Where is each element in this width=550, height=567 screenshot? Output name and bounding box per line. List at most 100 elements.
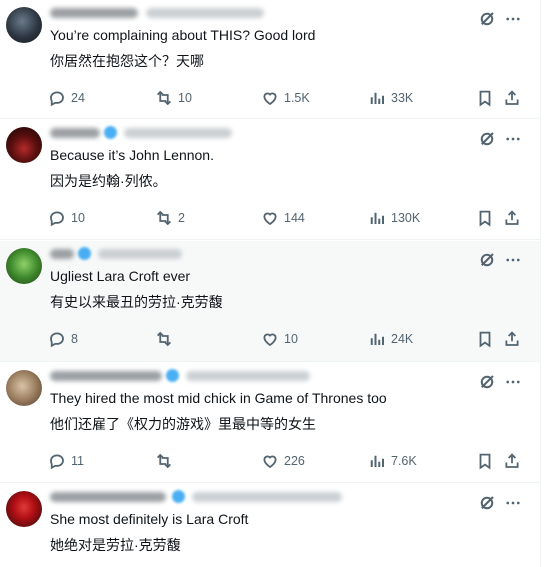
author-handle[interactable]	[124, 128, 232, 138]
share-button[interactable]	[503, 451, 521, 471]
grok-icon[interactable]	[478, 130, 496, 148]
reply-item[interactable]: You’re complaining about THIS? Good lord…	[0, 0, 540, 119]
like-icon	[261, 330, 279, 348]
retweet-icon	[155, 330, 173, 348]
bookmark-button[interactable]	[476, 451, 494, 471]
share-icon	[503, 89, 521, 107]
reply-count: 8	[71, 332, 78, 346]
repost-button[interactable]	[155, 329, 178, 349]
reply-item[interactable]: She most definitely is Lara Croft 她绝对是劳拉…	[0, 484, 540, 567]
more-icon[interactable]	[504, 10, 522, 28]
reply-translation: 有史以来最丑的劳拉·克劳馥	[50, 294, 223, 310]
views-button[interactable]: 24K	[368, 329, 413, 349]
grok-icon[interactable]	[478, 373, 496, 391]
more-icon[interactable]	[504, 251, 522, 269]
like-count: 10	[284, 332, 298, 346]
views-icon	[368, 330, 386, 348]
reply-text: Ugliest Lara Croft ever	[50, 268, 191, 284]
views-icon	[368, 89, 386, 107]
like-count: 1.5K	[284, 91, 310, 105]
views-icon	[368, 452, 386, 470]
repost-button[interactable]	[155, 451, 178, 471]
reply-translation: 他们还雇了《权力的游戏》里最中等的女生	[50, 416, 316, 432]
views-button[interactable]: 33K	[368, 88, 413, 108]
like-button[interactable]: 1.5K	[261, 88, 310, 108]
author-name[interactable]	[50, 371, 162, 381]
action-bar: 8 10 24K	[48, 329, 528, 349]
avatar[interactable]	[6, 7, 42, 43]
author-name[interactable]	[50, 8, 138, 18]
like-button[interactable]: 226	[261, 451, 305, 471]
avatar[interactable]	[6, 370, 42, 406]
like-button[interactable]: 10	[261, 329, 298, 349]
reply-button[interactable]: 24	[48, 88, 85, 108]
grok-icon[interactable]	[478, 494, 496, 512]
author-handle[interactable]	[186, 371, 310, 381]
bookmark-button[interactable]	[476, 88, 494, 108]
bookmark-button[interactable]	[476, 329, 494, 349]
retweet-icon	[155, 89, 173, 107]
grok-icon[interactable]	[478, 251, 496, 269]
share-button[interactable]	[503, 208, 521, 228]
share-button[interactable]	[503, 329, 521, 349]
views-icon	[368, 209, 386, 227]
action-bar: 10 2 144 130K	[48, 208, 528, 228]
avatar[interactable]	[6, 248, 42, 284]
more-icon[interactable]	[504, 373, 522, 391]
avatar[interactable]	[6, 127, 42, 163]
like-icon	[261, 89, 279, 107]
share-button[interactable]	[503, 88, 521, 108]
reply-item[interactable]: Ugliest Lara Croft ever 有史以来最丑的劳拉·克劳馥 8 …	[0, 241, 540, 362]
reply-item[interactable]: They hired the most mid chick in Game of…	[0, 363, 540, 483]
verified-badge	[104, 126, 117, 139]
reply-button[interactable]: 8	[48, 329, 78, 349]
author-handle[interactable]	[98, 249, 182, 259]
share-icon	[503, 330, 521, 348]
retweet-icon	[155, 209, 173, 227]
author-name[interactable]	[50, 249, 74, 259]
avatar[interactable]	[6, 491, 42, 527]
reply-button[interactable]: 11	[48, 451, 84, 471]
repost-count: 10	[178, 91, 192, 105]
replies-feed: You’re complaining about THIS? Good lord…	[0, 0, 541, 567]
bookmark-button[interactable]	[476, 208, 494, 228]
view-count: 130K	[391, 211, 421, 225]
reply-text: They hired the most mid chick in Game of…	[50, 390, 387, 406]
share-icon	[503, 209, 521, 227]
like-icon	[261, 452, 279, 470]
views-button[interactable]: 130K	[368, 208, 420, 228]
view-count: 33K	[391, 91, 414, 105]
reply-count: 11	[71, 454, 84, 468]
verified-badge	[172, 490, 185, 503]
bookmark-icon	[476, 452, 494, 470]
more-icon[interactable]	[504, 130, 522, 148]
author-name[interactable]	[50, 128, 100, 138]
reply-count: 10	[71, 211, 85, 225]
repost-button[interactable]: 10	[155, 88, 192, 108]
views-button[interactable]: 7.6K	[368, 451, 417, 471]
reply-button[interactable]: 10	[48, 208, 85, 228]
like-count: 226	[284, 454, 305, 468]
verified-badge	[78, 247, 91, 260]
reply-icon	[48, 209, 66, 227]
author-handle[interactable]	[146, 8, 264, 18]
like-button[interactable]: 144	[261, 208, 305, 228]
bookmark-icon	[476, 89, 494, 107]
like-count: 144	[284, 211, 305, 225]
more-icon[interactable]	[504, 494, 522, 512]
author-name[interactable]	[50, 492, 166, 502]
bookmark-icon	[476, 330, 494, 348]
reply-icon	[48, 452, 66, 470]
repost-button[interactable]: 2	[155, 208, 185, 228]
reply-text: Because it’s John Lennon.	[50, 147, 214, 163]
retweet-icon	[155, 452, 173, 470]
reply-item[interactable]: Because it’s John Lennon. 因为是约翰·列侬。 10 2…	[0, 120, 540, 240]
reply-icon	[48, 89, 66, 107]
reply-text: You’re complaining about THIS? Good lord	[50, 27, 316, 43]
view-count: 24K	[391, 332, 414, 346]
author-handle[interactable]	[192, 492, 342, 502]
reply-text: She most definitely is Lara Croft	[50, 511, 249, 527]
verified-badge	[166, 369, 179, 382]
repost-count: 2	[178, 211, 185, 225]
grok-icon[interactable]	[478, 10, 496, 28]
